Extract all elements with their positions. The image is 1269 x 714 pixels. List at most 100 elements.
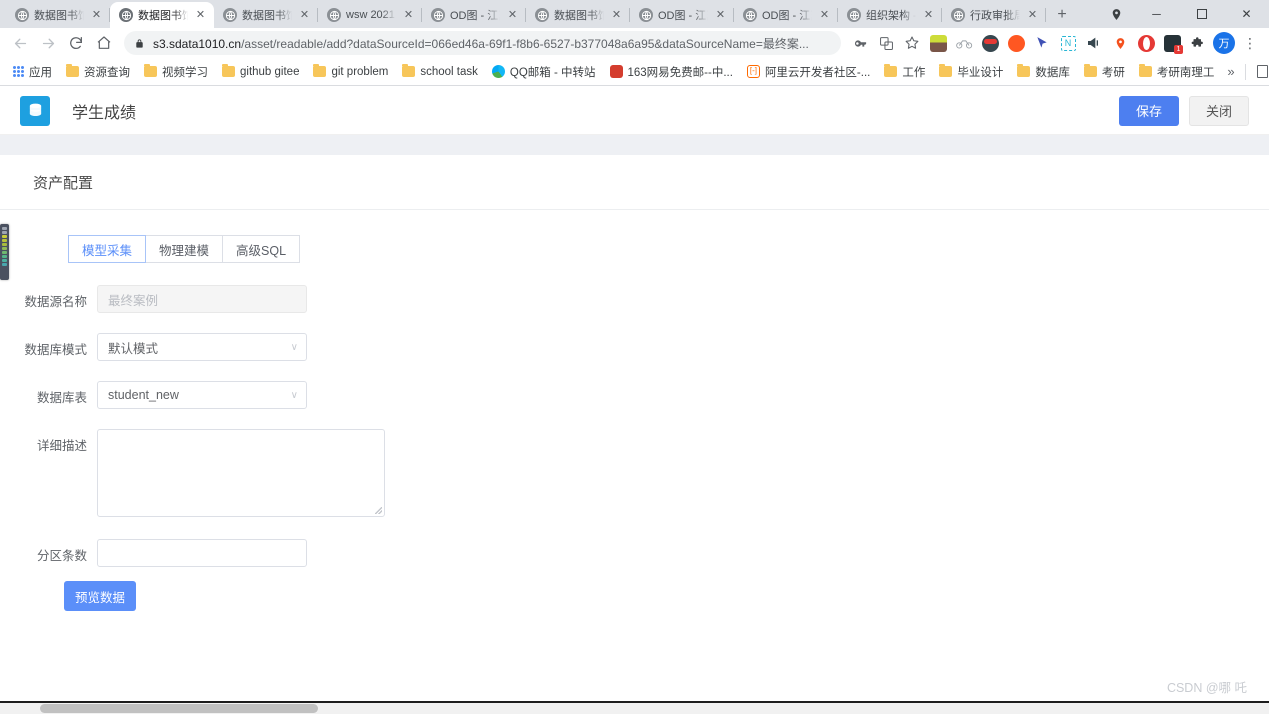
browser-tab[interactable]: OD图 - 江苏 ✕ xyxy=(422,2,526,28)
profile-avatar[interactable]: 万 xyxy=(1211,30,1237,56)
extension-icon-notion[interactable]: N xyxy=(1055,30,1081,56)
extension-icon-cursor[interactable] xyxy=(1029,30,1055,56)
asset-config-form: 数据源名称 最终案例 数据库模式 默认模式 ∨ 数据库表 student_new… xyxy=(0,285,1269,611)
extension-icon-badge[interactable]: 1 xyxy=(1159,30,1185,56)
reading-list-icon xyxy=(1256,65,1268,78)
tab-close-icon[interactable]: ✕ xyxy=(89,8,104,23)
extension-badge-count: 1 xyxy=(1174,45,1183,54)
extension-icon-megaphone[interactable] xyxy=(1081,30,1107,56)
browser-tab[interactable]: wsw 2021.0 ✕ xyxy=(318,2,422,28)
bookmark-item[interactable]: 视频学习 xyxy=(137,62,215,82)
window-maximize-button[interactable] xyxy=(1179,0,1224,28)
bookmark-item[interactable]: 考研南理工 xyxy=(1132,62,1222,82)
kebab-menu-icon[interactable]: ⋮ xyxy=(1237,30,1263,56)
extension-icon-opera[interactable] xyxy=(1133,30,1159,56)
home-icon[interactable] xyxy=(90,29,118,57)
globe-icon xyxy=(119,8,133,22)
side-drawer-handle[interactable] xyxy=(0,224,9,280)
preview-data-button[interactable]: 预览数据 xyxy=(64,581,136,611)
new-tab-button[interactable]: + xyxy=(1048,2,1076,28)
extensions-puzzle-icon[interactable] xyxy=(1185,30,1211,56)
browser-tab[interactable]: 数据图书馆 ✕ xyxy=(6,2,110,28)
db-schema-control: 默认模式 ∨ xyxy=(97,333,307,361)
tab-close-icon[interactable]: ✕ xyxy=(193,8,208,23)
tab-advanced-sql[interactable]: 高级SQL xyxy=(222,235,301,263)
window-minimize-button[interactable]: ─ xyxy=(1134,0,1179,28)
reload-icon[interactable] xyxy=(62,29,90,57)
url-input[interactable]: s3.sdata1010.cn/asset/readable/add?dataS… xyxy=(124,31,841,55)
extension-icon-bicycle[interactable] xyxy=(951,30,977,56)
tab-close-icon[interactable]: ✕ xyxy=(1025,8,1040,23)
bookmark-item[interactable]: QQ邮箱 - 中转站 xyxy=(485,62,603,82)
reading-list-button[interactable]: 阅读清单 xyxy=(1250,62,1269,82)
bookmarks-bar: 应用 资源查询 视频学习 github gitee git problem sc… xyxy=(0,58,1269,86)
folder-icon xyxy=(939,64,953,77)
partition-count-input[interactable] xyxy=(97,539,307,567)
browser-tab[interactable]: 数据图书馆 ✕ xyxy=(214,2,318,28)
window-close-button[interactable]: ✕ xyxy=(1224,0,1269,28)
tab-close-icon[interactable]: ✕ xyxy=(297,8,312,23)
tab-title: 数据图书馆 xyxy=(554,10,604,22)
window-controls: ─ ✕ xyxy=(1098,0,1269,28)
browser-tab-active[interactable]: 数据图书馆 ✕ xyxy=(110,2,214,28)
tab-close-icon[interactable]: ✕ xyxy=(609,8,624,23)
tab-physical-model[interactable]: 物理建模 xyxy=(145,235,224,263)
tab-title: wsw 2021.0 xyxy=(346,9,396,21)
bookmark-apps[interactable]: 应用 xyxy=(6,62,59,82)
back-icon[interactable] xyxy=(6,29,34,57)
globe-icon xyxy=(951,8,965,22)
web-page: 学生成绩 保存 关闭 资产配置 模型采集 物理建模 高级SQL 数据源名称 最终… xyxy=(0,87,1269,714)
browser-tab[interactable]: OD图 - 江苏 ✕ xyxy=(734,2,838,28)
browser-tab[interactable]: 行政审批局 ✕ xyxy=(942,2,1046,28)
tab-close-icon[interactable]: ✕ xyxy=(505,8,520,23)
form-row-actions: 预览数据 xyxy=(0,581,1269,611)
bookmark-item[interactable]: [-] 阿里云开发者社区-... xyxy=(740,62,877,82)
extension-icon-avatar[interactable] xyxy=(977,30,1003,56)
extension-icon-pad[interactable] xyxy=(925,30,951,56)
translate-icon[interactable] xyxy=(873,30,899,56)
browser-tab[interactable]: OD图 - 江苏 ✕ xyxy=(630,2,734,28)
bookmark-star-icon[interactable] xyxy=(899,30,925,56)
description-textarea[interactable] xyxy=(97,429,385,517)
bookmark-item[interactable]: 工作 xyxy=(877,62,932,82)
bookmark-item[interactable]: github gitee xyxy=(215,64,306,80)
forward-icon[interactable] xyxy=(34,29,62,57)
bookmark-item[interactable]: 考研 xyxy=(1077,62,1132,82)
bookmark-item[interactable]: git problem xyxy=(306,64,395,80)
tab-close-icon[interactable]: ✕ xyxy=(921,8,936,23)
db-schema-select[interactable]: 默认模式 ∨ xyxy=(97,333,307,361)
tab-close-icon[interactable]: ✕ xyxy=(817,8,832,23)
chevron-down-icon: ∨ xyxy=(290,341,298,353)
save-button[interactable]: 保存 xyxy=(1118,95,1179,126)
tab-model-collect[interactable]: 模型采集 xyxy=(68,235,147,263)
bookmarks-overflow-button[interactable]: » xyxy=(1221,62,1240,81)
db-schema-value: 默认模式 xyxy=(108,341,159,356)
folder-icon xyxy=(1017,64,1031,77)
lock-icon xyxy=(134,37,145,50)
horizontal-scrollbar-thumb[interactable] xyxy=(40,704,318,713)
close-button[interactable]: 关闭 xyxy=(1188,95,1249,126)
bookmark-label: git problem xyxy=(331,65,389,78)
bookmark-label: 考研南理工 xyxy=(1156,66,1215,79)
location-pin-icon[interactable] xyxy=(1098,0,1134,28)
tab-close-icon[interactable]: ✕ xyxy=(713,8,728,23)
tab-close-icon[interactable]: ✕ xyxy=(401,8,416,23)
extension-icon-infinity[interactable] xyxy=(1003,30,1029,56)
globe-icon xyxy=(223,8,237,22)
asset-config-card: 资产配置 模型采集 物理建模 高级SQL 数据源名称 最终案例 数据库模式 默认… xyxy=(0,155,1269,611)
browser-tab[interactable]: 数据图书馆 ✕ xyxy=(526,2,630,28)
horizontal-scrollbar[interactable] xyxy=(0,703,1269,714)
form-row-description: 详细描述 xyxy=(0,429,1269,517)
bookmark-item[interactable]: 163网易免费邮--中... xyxy=(603,62,740,82)
bookmark-item[interactable]: 毕业设计 xyxy=(932,62,1010,82)
bookmark-item[interactable]: 资源查询 xyxy=(59,62,137,82)
datasource-name-label: 数据源名称 xyxy=(24,295,87,309)
browser-tab[interactable]: 组织架构 - ✕ xyxy=(838,2,942,28)
bookmark-item[interactable]: school task xyxy=(395,64,485,80)
key-icon[interactable] xyxy=(847,30,873,56)
url-text: s3.sdata1010.cn/asset/readable/add?dataS… xyxy=(153,35,809,52)
extension-icon-location[interactable] xyxy=(1107,30,1133,56)
bookmark-item[interactable]: 数据库 xyxy=(1010,62,1077,82)
bookmark-label: 工作 xyxy=(902,66,926,79)
db-table-select[interactable]: student_new ∨ xyxy=(97,381,307,409)
